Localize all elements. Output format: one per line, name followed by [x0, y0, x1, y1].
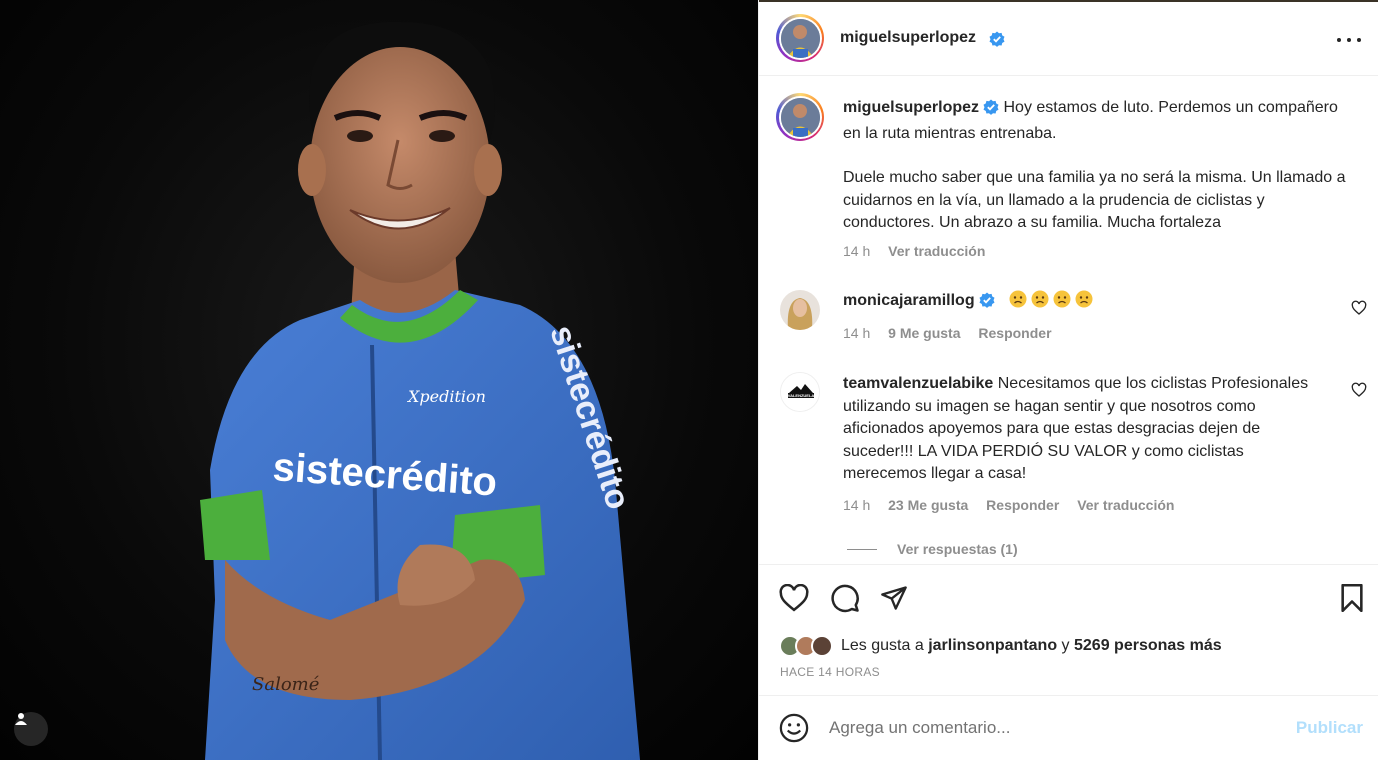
view-replies-button[interactable]: Ver respuestas (1) — [847, 541, 1018, 557]
author-username[interactable]: miguelsuperlopez — [840, 29, 976, 47]
team-logo-text: VALENZUELA — [788, 393, 815, 398]
liker-avatar — [811, 635, 833, 657]
author-avatar[interactable] — [776, 14, 824, 62]
comment-input[interactable] — [829, 714, 1289, 742]
add-comment-bar: Publicar — [759, 696, 1378, 760]
chest-logo-text: Xpedition — [406, 387, 486, 406]
tattoo-text: Salomé — [252, 674, 320, 695]
bookmark-icon[interactable] — [1336, 582, 1368, 614]
likes-joiner: y — [1061, 637, 1070, 654]
comment-avatar[interactable]: VALENZUELA — [780, 372, 820, 412]
publish-button[interactable]: Publicar — [1296, 718, 1363, 738]
likes-others-link[interactable]: 5269 personas más — [1074, 637, 1222, 655]
user-tag-icon[interactable] — [14, 712, 48, 746]
comment-like-heart-icon[interactable] — [1351, 300, 1367, 321]
emoji-icon[interactable] — [779, 713, 809, 743]
comment-icon[interactable] — [829, 582, 861, 614]
comment-likes-count[interactable]: 9 Me gusta — [888, 325, 960, 341]
caption-author-avatar[interactable] — [776, 93, 824, 141]
comment-time[interactable]: 14 h — [843, 325, 870, 341]
caption-meta: 14 h Ver traducción — [843, 243, 999, 259]
likes-prefix: Les gusta a — [841, 637, 924, 654]
caption-time[interactable]: 14 h — [843, 243, 870, 259]
comment-item: teamvalenzuelabike Necesitamos que los c… — [843, 373, 1323, 486]
comment-reply-button[interactable]: Responder — [978, 325, 1051, 341]
post-actions: Les gusta a jarlinsonpantano y 5269 pers… — [759, 564, 1378, 696]
comment-meta: 14 h 9 Me gusta Responder — [843, 325, 1066, 341]
share-icon[interactable] — [878, 582, 910, 614]
replies-divider — [847, 548, 877, 550]
post-header: miguelsuperlopez — [759, 2, 1378, 76]
sad-face-emoji-icon — [1053, 290, 1071, 308]
comment-time[interactable]: 14 h — [843, 497, 870, 513]
post-caption: miguelsuperlopez Hoy estamos de luto. Pe… — [843, 97, 1353, 235]
heart-icon[interactable] — [778, 582, 810, 614]
sad-face-emoji-icon — [1009, 290, 1027, 308]
comment-emojis — [1005, 290, 1093, 309]
more-options-icon[interactable] — [1337, 30, 1361, 50]
comment-reply-button[interactable]: Responder — [986, 497, 1059, 513]
verified-badge-icon — [979, 292, 995, 316]
comment-translate-link[interactable]: Ver traducción — [1077, 497, 1174, 513]
comment-username[interactable]: teamvalenzuelabike — [843, 375, 993, 392]
likes-user-link[interactable]: jarlinsonpantano — [928, 637, 1057, 655]
comment-item: monicajaramillog — [843, 290, 1323, 316]
caption-text-2: Duele mucho saber que una familia ya no … — [843, 169, 1346, 231]
comment-meta: 14 h 23 Me gusta Responder Ver traducció… — [843, 497, 1188, 513]
sad-face-emoji-icon — [1075, 290, 1093, 308]
sad-face-emoji-icon — [1031, 290, 1049, 308]
likers-avatars[interactable] — [779, 635, 833, 657]
caption-username[interactable]: miguelsuperlopez — [843, 99, 979, 116]
comment-avatar[interactable] — [780, 290, 820, 330]
comment-like-heart-icon[interactable] — [1351, 382, 1367, 403]
verified-badge-icon — [983, 99, 999, 123]
comments-list[interactable]: miguelsuperlopez Hoy estamos de luto. Pe… — [759, 77, 1378, 564]
post-photo[interactable]: sistecrédito sistecrédito Xpedition Salo… — [0, 0, 758, 760]
caption-translate-link[interactable]: Ver traducción — [888, 243, 985, 259]
post-details-panel: miguelsuperlopez miguelsuperlopez Hoy es… — [758, 0, 1378, 760]
verified-badge-icon — [989, 31, 1005, 52]
comment-likes-count[interactable]: 23 Me gusta — [888, 497, 968, 513]
likes-summary: Les gusta a jarlinsonpantano y 5269 pers… — [779, 635, 1222, 657]
cyclist-photo: sistecrédito sistecrédito Xpedition Salo… — [200, 21, 640, 760]
post-timestamp[interactable]: HACE 14 HORAS — [780, 665, 880, 679]
view-replies-label[interactable]: Ver respuestas (1) — [897, 541, 1018, 557]
comment-username[interactable]: monicajaramillog — [843, 292, 975, 309]
